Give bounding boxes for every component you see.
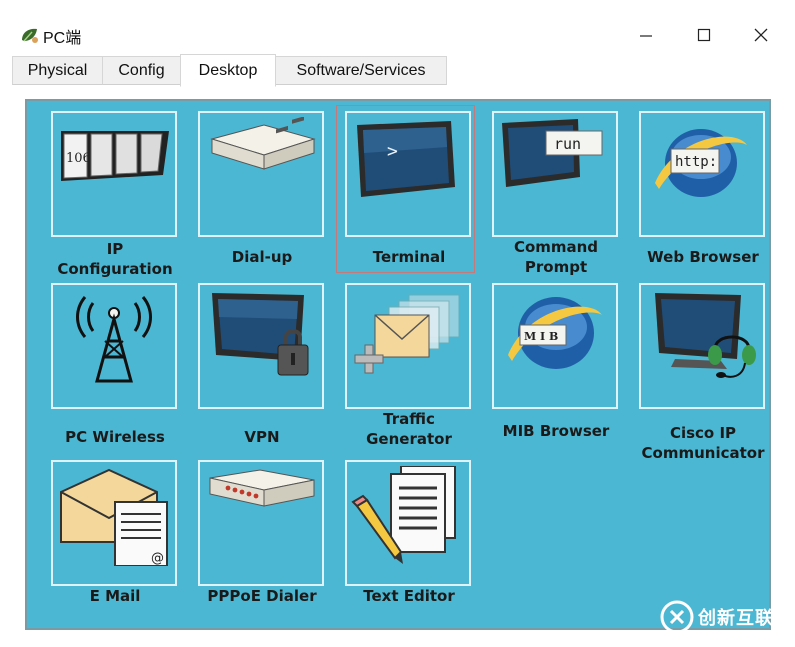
pppoe-device-icon xyxy=(209,469,315,507)
tab-config[interactable]: Config xyxy=(102,56,181,85)
app-web-browser[interactable]: http: Web Browser xyxy=(639,111,767,281)
mib-browser-icon: M I B xyxy=(508,297,602,369)
app-label: Traffic Generator xyxy=(366,410,452,448)
watermark-text: 创新互联 xyxy=(698,608,774,628)
svg-text:>: > xyxy=(387,141,398,162)
maximize-button[interactable] xyxy=(682,18,726,52)
tab-software-services[interactable]: Software/Services xyxy=(275,56,447,85)
minimize-button[interactable] xyxy=(624,18,668,52)
watermark-logo-icon xyxy=(660,600,694,634)
app-label: Web Browser xyxy=(647,248,759,266)
app-label: PC Wireless xyxy=(65,428,165,446)
desktop-panel: 106 IPConfiguration Dial-up > Terminal xyxy=(25,99,771,630)
app-dial-up[interactable]: Dial-up xyxy=(198,111,326,281)
maximize-icon xyxy=(697,28,711,42)
app-email[interactable]: @ E Mail xyxy=(51,460,179,630)
svg-text:M I B: M I B xyxy=(524,330,558,343)
app-label: PPPoE Dialer xyxy=(207,587,317,605)
app-pc-wireless[interactable]: PC Wireless xyxy=(51,283,179,453)
app-traffic-generator[interactable]: Traffic Generator xyxy=(345,283,473,453)
web-browser-icon: http: xyxy=(655,129,747,197)
app-command-prompt[interactable]: run Command Prompt xyxy=(492,111,620,281)
app-leaf-icon xyxy=(22,28,38,43)
minimize-icon xyxy=(640,35,652,37)
title-bar: PC端 xyxy=(0,0,795,56)
app-label: VPN xyxy=(244,428,280,446)
text-editor-icon xyxy=(351,466,456,564)
app-pppoe-dialer[interactable]: PPPoE Dialer xyxy=(198,460,326,630)
app-label: Terminal xyxy=(372,248,446,266)
tab-physical[interactable]: Physical xyxy=(12,56,103,85)
tab-desktop[interactable]: Desktop xyxy=(180,54,276,87)
wireless-tower-icon xyxy=(76,296,152,383)
app-text-editor[interactable]: Text Editor xyxy=(345,460,473,630)
watermark: 创新互联 xyxy=(660,600,790,634)
tab-bar: Physical Config Desktop Software/Service… xyxy=(12,54,785,87)
headset-monitor-icon xyxy=(655,293,756,378)
svg-text:run: run xyxy=(554,135,581,153)
app-label: Dial-up xyxy=(231,248,293,266)
traffic-envelope-icon xyxy=(354,294,460,374)
command-prompt-icon: run xyxy=(502,119,603,187)
terminal-icon: > xyxy=(357,121,455,197)
app-label: E Mail xyxy=(89,587,141,605)
app-cisco-ip-communicator[interactable]: Cisco IP Communicator xyxy=(639,283,767,462)
app-mib-browser[interactable]: M I B MIB Browser xyxy=(492,283,620,453)
app-terminal[interactable]: > Terminal xyxy=(345,111,473,281)
app-label: MIB Browser xyxy=(502,422,610,440)
app-label: Cisco IP Communicator xyxy=(641,424,765,462)
close-button[interactable] xyxy=(739,18,783,52)
email-icon: @ xyxy=(60,468,168,566)
svg-text:@: @ xyxy=(151,551,164,566)
modem-icon xyxy=(210,117,316,170)
app-label: IP Configuration xyxy=(57,240,173,278)
app-vpn[interactable]: VPN xyxy=(198,283,326,453)
window-title: PC端 xyxy=(43,30,82,47)
svg-text:http:: http: xyxy=(675,154,717,170)
app-ip-configuration[interactable]: 106 IP Configuration xyxy=(51,111,179,281)
vpn-monitor-lock-icon xyxy=(212,293,309,376)
ip-config-icon: 106 xyxy=(61,131,169,181)
app-label: Command Prompt xyxy=(513,238,599,276)
svg-text:106: 106 xyxy=(66,151,91,166)
app-label: Text Editor xyxy=(363,587,455,605)
close-icon xyxy=(754,28,768,42)
